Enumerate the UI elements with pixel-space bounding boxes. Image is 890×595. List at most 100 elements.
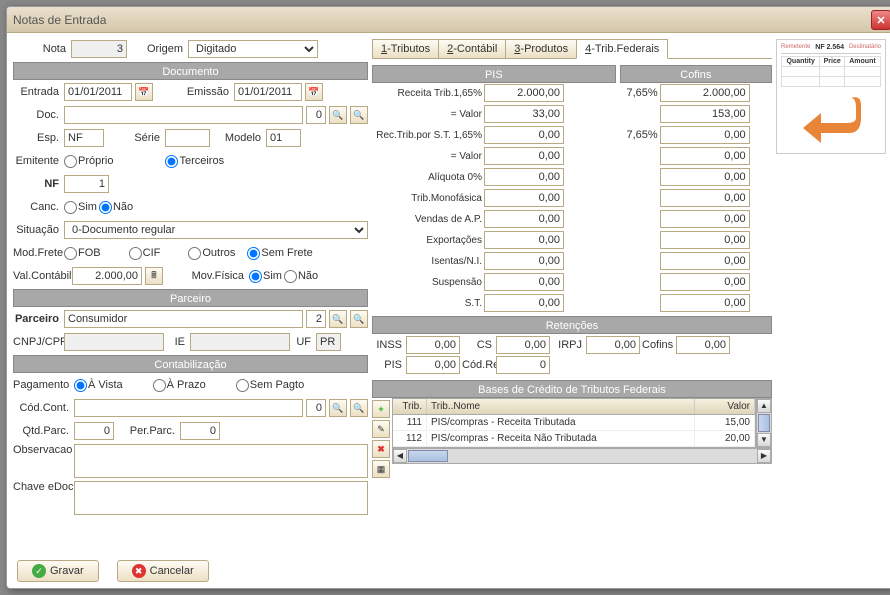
doc-field[interactable] (64, 106, 303, 124)
doc-code-field[interactable] (306, 106, 326, 124)
gravar-button[interactable]: ✓Gravar (17, 560, 99, 582)
cofins-row-field[interactable] (660, 252, 750, 270)
pagamento-label: Pagamento (13, 379, 71, 391)
chave-label: Chave eDoc (13, 481, 71, 493)
cofins-row-field[interactable] (660, 147, 750, 165)
obs-textarea[interactable] (74, 444, 368, 478)
ret-field[interactable] (676, 336, 730, 354)
cnpj-label: CNPJ/CPF (13, 336, 61, 348)
esp-field[interactable] (64, 129, 104, 147)
pis-row-field[interactable] (484, 231, 564, 249)
pis-row-label: S.T. (372, 298, 482, 309)
search-icon[interactable]: 🔍 (329, 310, 347, 328)
movfisica-radio-group[interactable]: Sim Não (249, 270, 318, 283)
add-icon[interactable]: + (372, 400, 390, 418)
cofins-row-field[interactable] (660, 210, 750, 228)
cofins-row-field[interactable] (660, 231, 750, 249)
valcontabil-field[interactable] (72, 267, 142, 285)
pis-row-field[interactable] (484, 294, 564, 312)
codcont-field[interactable] (74, 399, 303, 417)
cofins-row-field[interactable] (660, 84, 750, 102)
codcont-code-field[interactable] (306, 399, 326, 417)
uf-field (316, 333, 341, 351)
canc-radio-group[interactable]: Sim Não (64, 201, 133, 214)
pis-row-label: = Valor (372, 109, 482, 120)
cofins-row-field[interactable] (660, 168, 750, 186)
perparc-field[interactable] (180, 422, 220, 440)
pis-row-label: Exportações (372, 235, 482, 246)
search-icon[interactable]: 🔍 (350, 399, 368, 417)
cancelar-button[interactable]: ✖Cancelar (117, 560, 209, 582)
search-icon[interactable]: 🔍 (350, 310, 368, 328)
calendar-icon[interactable]: 📅 (135, 83, 153, 101)
modelo-field[interactable] (266, 129, 301, 147)
parceiro-header: Parceiro (13, 289, 368, 307)
pis-row-field[interactable] (484, 168, 564, 186)
search-icon[interactable]: 🔍 (329, 399, 347, 417)
pis-row-label: Suspensão (372, 277, 482, 288)
title-bar: Notas de Entrada ✕ (7, 7, 890, 33)
ret-field[interactable] (496, 336, 550, 354)
window-title: Notas de Entrada (13, 13, 106, 27)
search-icon[interactable]: 🔍 (350, 106, 368, 124)
ret-label: IRPJ (552, 339, 584, 351)
doc-label: Doc. (13, 109, 61, 121)
pis-row-field[interactable] (484, 252, 564, 270)
delete-icon[interactable]: ✖ (372, 440, 390, 458)
calendar-icon[interactable]: 📅 (305, 83, 323, 101)
bases-grid[interactable]: Trib. Trib..Nome Valor 111PIS/compras - … (392, 398, 756, 448)
nota-label: Nota (13, 43, 68, 55)
perparc-label: Per.Parc. (117, 425, 177, 437)
pis-row-label: Alíquota 0% (372, 172, 482, 183)
emissao-field[interactable] (234, 83, 302, 101)
ret-field[interactable] (586, 336, 640, 354)
serie-field[interactable] (165, 129, 210, 147)
pis-row-field[interactable] (484, 84, 564, 102)
cofins-row-field[interactable] (660, 126, 750, 144)
origem-label: Origem (130, 43, 185, 55)
ret-field[interactable] (406, 336, 460, 354)
pis-row-field[interactable] (484, 147, 564, 165)
cofins-row-field[interactable] (660, 105, 750, 123)
pis-row-field[interactable] (484, 189, 564, 207)
nf-field[interactable] (64, 175, 109, 193)
modelo-label: Modelo (213, 132, 263, 144)
search-icon[interactable]: 🔍 (329, 106, 347, 124)
qtdparc-label: Qtd.Parc. (13, 425, 71, 437)
cofins-row-field[interactable] (660, 273, 750, 291)
origem-select[interactable]: Digitado (188, 40, 318, 58)
grid-icon[interactable]: ▦ (372, 460, 390, 478)
parceiro-field[interactable] (64, 310, 303, 328)
entrada-field[interactable] (64, 83, 132, 101)
calculator-icon[interactable]: 🖩 (145, 267, 163, 285)
close-button[interactable]: ✕ (871, 10, 890, 30)
edit-icon[interactable]: ✎ (372, 420, 390, 438)
modfrete-radio-group[interactable]: FOB CIF Outros Sem Frete (64, 247, 313, 260)
tab-contabil[interactable]: 2-Contábil (438, 39, 506, 58)
pis-row-field[interactable] (484, 126, 564, 144)
tab-produtos[interactable]: 3-Produtos (505, 39, 577, 58)
emitente-radio-group[interactable]: Próprio Terceiros (64, 155, 224, 168)
tab-trib-federais[interactable]: 4-Trib.Federais (576, 39, 668, 59)
scrollbar-vertical[interactable]: ▲▼ (756, 398, 772, 448)
pis-row-label: = Valor (372, 151, 482, 162)
modfrete-label: Mod.Frete (13, 247, 61, 259)
pis-row-field[interactable] (484, 273, 564, 291)
scrollbar-horizontal[interactable]: ◀▶ (392, 448, 772, 464)
pis-row-field[interactable] (484, 105, 564, 123)
situacao-select[interactable]: 0-Documento regular (64, 221, 368, 239)
tab-tributos[interactable]: 11-Tributos-Tributos (372, 39, 439, 58)
chave-textarea[interactable] (74, 481, 368, 515)
ret-field[interactable] (406, 356, 460, 374)
cofins-row-field[interactable] (660, 294, 750, 312)
table-row[interactable]: 112PIS/compras - Receita Não Tributada20… (393, 431, 755, 447)
nf-label: NF (13, 178, 61, 190)
pis-row-field[interactable] (484, 210, 564, 228)
pagamento-radio-group[interactable]: À Vista À Prazo Sem Pagto (74, 379, 304, 392)
parceiro-code-field[interactable] (306, 310, 326, 328)
qtdparc-field[interactable] (74, 422, 114, 440)
ret-field[interactable] (496, 356, 550, 374)
table-row[interactable]: 111PIS/compras - Receita Tributada15,00 (393, 415, 755, 431)
ret-label: CS (462, 339, 494, 351)
cofins-row-field[interactable] (660, 189, 750, 207)
